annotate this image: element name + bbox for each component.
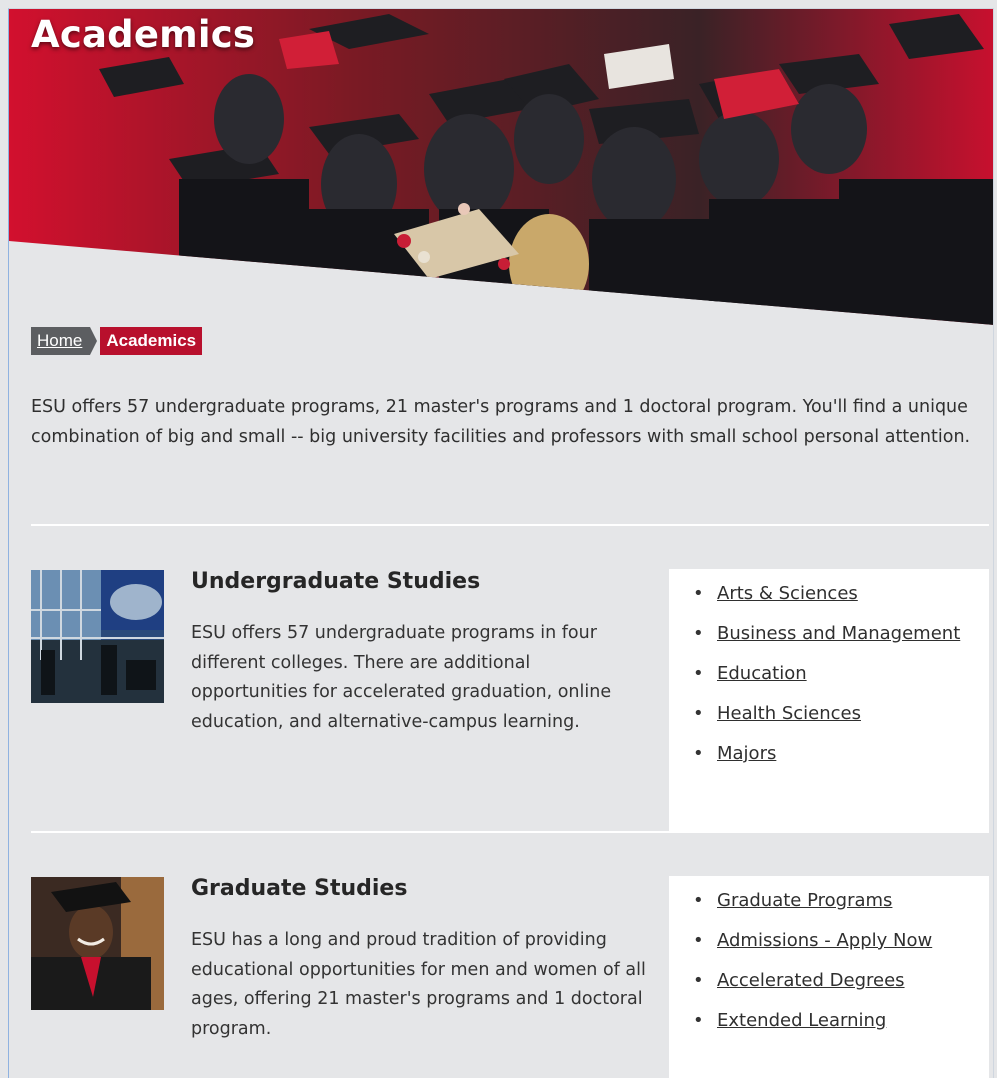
- divider: [31, 524, 989, 526]
- graduate-programs-link[interactable]: Graduate Programs: [717, 890, 892, 911]
- accelerated-degrees-link[interactable]: Accelerated Degrees: [717, 970, 905, 991]
- graduate-title: Graduate Studies: [191, 876, 408, 901]
- undergraduate-title: Undergraduate Studies: [191, 569, 481, 594]
- undergraduate-links: Arts & Sciences Business and Management …: [669, 569, 989, 832]
- list-item: Education: [693, 659, 979, 689]
- page-title: Academics: [31, 13, 256, 56]
- list-item: Accelerated Degrees: [693, 966, 979, 996]
- undergraduate-image: [31, 570, 164, 703]
- graduate-links: Graduate Programs Admissions - Apply Now…: [669, 876, 989, 1078]
- list-item: Arts & Sciences: [693, 579, 979, 609]
- list-item: Extended Learning: [693, 1006, 979, 1036]
- graduate-image: [31, 877, 164, 1010]
- health-sciences-link[interactable]: Health Sciences: [717, 703, 861, 724]
- list-item: Business and Management: [693, 619, 979, 649]
- undergraduate-description: ESU offers 57 undergraduate programs in …: [191, 623, 612, 732]
- page-frame: Academics Home Academics ESU offers 57 u…: [8, 8, 994, 1078]
- list-item: Admissions - Apply Now: [693, 926, 979, 956]
- graduate-description: ESU has a long and proud tradition of pr…: [191, 930, 646, 1039]
- extended-learning-link[interactable]: Extended Learning: [717, 1010, 886, 1031]
- business-management-link[interactable]: Business and Management: [717, 623, 960, 644]
- intro-text: ESU offers 57 undergraduate programs, 21…: [31, 397, 971, 447]
- hero-banner: Academics: [9, 9, 993, 329]
- education-link[interactable]: Education: [717, 663, 807, 684]
- majors-link[interactable]: Majors: [717, 743, 776, 764]
- breadcrumb: Home Academics: [31, 327, 203, 355]
- admissions-apply-link[interactable]: Admissions - Apply Now: [717, 930, 932, 951]
- breadcrumb-current: Academics: [100, 327, 203, 355]
- list-item: Health Sciences: [693, 699, 979, 729]
- breadcrumb-home-link[interactable]: Home: [31, 327, 98, 355]
- arts-sciences-link[interactable]: Arts & Sciences: [717, 583, 858, 604]
- graduation-crowd-photo: [9, 9, 993, 325]
- list-item: Majors: [693, 739, 979, 769]
- list-item: Graduate Programs: [693, 886, 979, 916]
- divider: [31, 831, 989, 833]
